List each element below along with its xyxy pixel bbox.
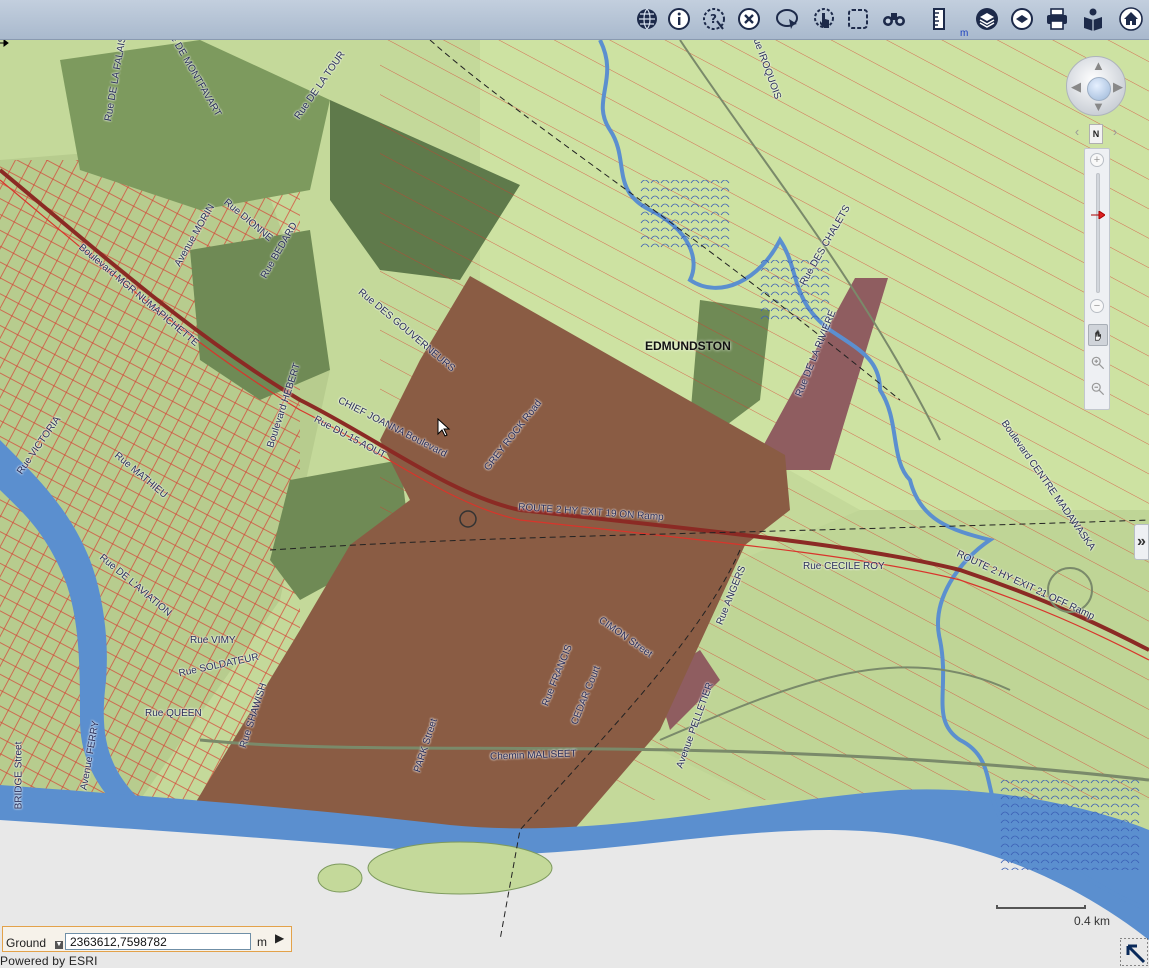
- coordinate-go-icon[interactable]: ▶: [275, 931, 291, 947]
- powered-by-label: Powered by ESRI: [0, 954, 98, 968]
- map-canvas[interactable]: EDMUNDSTON Rue DE LA FALAISE Rue DE MONT…: [0, 40, 1149, 968]
- rotate-left-icon[interactable]: ‹: [1070, 124, 1084, 142]
- north-reset-button[interactable]: N: [1089, 124, 1103, 144]
- globe-icon: [637, 8, 657, 30]
- street-label: Rue QUEEN: [145, 708, 202, 719]
- zoom-in-button[interactable]: +: [1090, 153, 1104, 167]
- place-label-edmundston: EDMUNDSTON: [645, 339, 731, 353]
- mouse-cursor-icon: [437, 418, 451, 437]
- top-toolbar: ? m: [0, 0, 1149, 40]
- svg-text:?: ?: [710, 12, 717, 26]
- measure-tool[interactable]: [924, 4, 954, 34]
- coordinate-system-dropdown-icon[interactable]: ▼: [55, 941, 63, 949]
- binoculars-icon: [883, 13, 905, 26]
- coordinate-unit: m: [257, 935, 267, 949]
- globe-tool[interactable]: [632, 4, 662, 34]
- home-tool[interactable]: [1116, 4, 1146, 34]
- identify-tool[interactable]: ?: [699, 4, 729, 34]
- rotate-right-icon[interactable]: ›: [1108, 124, 1122, 142]
- touch-select-tool[interactable]: [809, 4, 839, 34]
- layers-icon: [976, 8, 998, 30]
- zoom-out-magnifier-icon: [1091, 382, 1105, 396]
- pan-wheel[interactable]: ▲ ◀ ▶ ▼: [1066, 56, 1126, 116]
- zoom-out-button[interactable]: −: [1090, 299, 1104, 313]
- zoom-in-tool[interactable]: [1089, 354, 1107, 372]
- hand-icon: [1095, 329, 1101, 341]
- map-application: ? m EDMUNDSTON Rue DE LA FALAISE Rue DE …: [0, 0, 1149, 968]
- print-icon: [1047, 8, 1067, 30]
- zoom-out-tool[interactable]: [1089, 380, 1107, 398]
- scale-label: 0.4 km: [1074, 914, 1111, 928]
- zoom-slider-thumb[interactable]: [1091, 211, 1105, 219]
- info-tool[interactable]: [664, 4, 694, 34]
- home-icon: [1119, 7, 1143, 31]
- select-tool[interactable]: [772, 4, 802, 34]
- touch-select-icon: [814, 8, 834, 28]
- select-icon: [776, 9, 798, 29]
- map-base-layer: [0, 40, 1149, 968]
- reader-tool[interactable]: [1078, 4, 1108, 34]
- street-label: Rue VIMY: [190, 635, 236, 646]
- zoom-panel: + −: [1084, 148, 1110, 410]
- overview-toggle-arrow-icon[interactable]: [1120, 938, 1148, 966]
- pan-left-icon[interactable]: ◀: [1071, 79, 1081, 95]
- basemap-tool[interactable]: [1007, 4, 1037, 34]
- measure-icon: [933, 8, 945, 30]
- extent-tool[interactable]: [843, 4, 873, 34]
- print-tool[interactable]: [1042, 4, 1072, 34]
- zoom-in-magnifier-icon: [1091, 356, 1105, 370]
- coordinate-system-label: Ground: [6, 936, 47, 950]
- expand-panel-chevron-icon[interactable]: »: [1134, 524, 1149, 560]
- extent-icon: [848, 9, 868, 29]
- pan-right-icon[interactable]: ▶: [1113, 79, 1123, 95]
- pan-up-icon[interactable]: ▲: [1092, 58, 1105, 73]
- coordinate-input[interactable]: [65, 933, 251, 950]
- map-edge-arrow-icon: [0, 40, 9, 47]
- clear-icon: [738, 8, 760, 30]
- pan-hand-tool[interactable]: [1088, 324, 1108, 346]
- street-label: BRIDGE Street: [13, 741, 25, 810]
- layers-tool[interactable]: [972, 4, 1002, 34]
- identify-icon: ?: [703, 8, 725, 30]
- clear-tool[interactable]: [734, 4, 764, 34]
- find-tool[interactable]: [879, 4, 909, 34]
- scale-bar: [996, 903, 1088, 913]
- reader-icon: [1084, 8, 1102, 31]
- toolbar-unit-label: m: [960, 28, 969, 39]
- pan-down-icon[interactable]: ▼: [1092, 99, 1105, 114]
- coordinate-panel: Ground ▼ m ▶: [2, 926, 292, 952]
- info-icon: [668, 8, 690, 30]
- basemap-icon: [1011, 8, 1033, 30]
- zoom-slider-track[interactable]: [1096, 173, 1100, 293]
- street-label: Rue CECILE ROY: [803, 561, 885, 572]
- full-extent-globe-icon[interactable]: [1087, 77, 1111, 101]
